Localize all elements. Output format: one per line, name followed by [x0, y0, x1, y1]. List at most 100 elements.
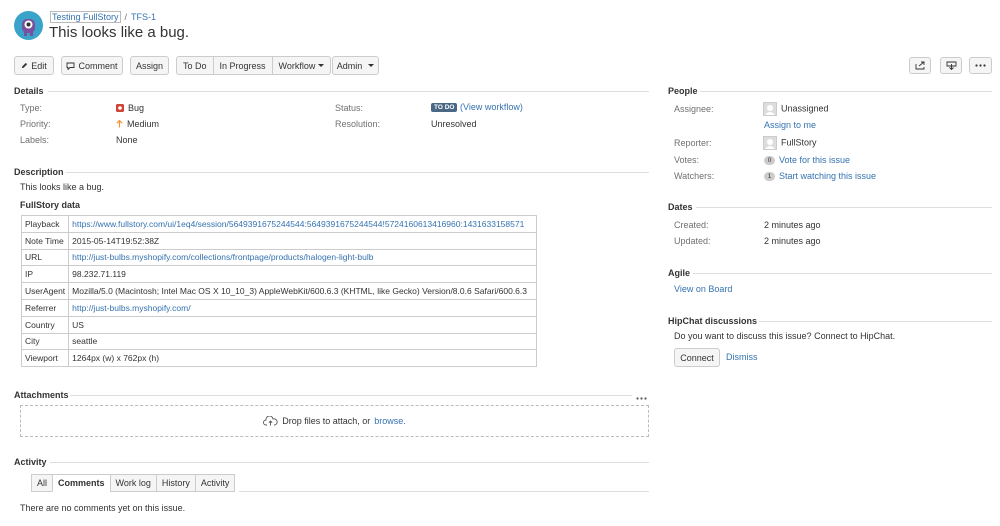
- updated-value: 2 minutes ago: [764, 236, 821, 246]
- tab-work-log[interactable]: Work log: [109, 474, 156, 492]
- hipchat-dismiss-link[interactable]: Dismiss: [726, 352, 758, 362]
- reporter-name: FullStory: [781, 137, 817, 148]
- table-value-cell: 98.232.71.119: [68, 265, 537, 284]
- table-row: UserAgent Mozilla/5.0 (Macintosh; Intel M…: [20, 282, 537, 300]
- table-value-cell: Mozilla/5.0 (Macintosh; Intel Mac OS X 1…: [68, 282, 537, 300]
- table-value-link[interactable]: http://just-bulbs.myshopify.com/: [72, 303, 190, 313]
- issue-summary[interactable]: This looks like a bug.: [49, 24, 189, 41]
- tab-activity[interactable]: Activity: [194, 474, 236, 492]
- table-row: Playback https://www.fullstory.com/ui/1eq…: [20, 215, 537, 233]
- table-key-cell: UserAgent: [20, 282, 70, 300]
- edit-label: Edit: [31, 60, 47, 71]
- dates-divider: [696, 207, 992, 208]
- dropzone-text: Drop files to attach, or: [282, 416, 371, 426]
- breadcrumb-project-link[interactable]: Testing FullStory: [50, 11, 121, 23]
- attachments-more-button[interactable]: [636, 392, 647, 402]
- table-row: IP 98.232.71.119: [20, 265, 537, 284]
- bug-icon: [116, 104, 124, 112]
- watchers-label: Watchers:: [674, 171, 715, 181]
- workflow-button-group: To Do In Progress Workflow: [176, 56, 332, 75]
- table-value-link[interactable]: https://www.fullstory.com/ui/1eq4/sessio…: [72, 219, 524, 229]
- activity-tabs: All Comments Work log History Activity: [31, 474, 236, 492]
- table-value-cell[interactable]: http://just-bulbs.myshopify.com/collecti…: [68, 248, 537, 267]
- tab-all[interactable]: All: [31, 474, 53, 492]
- table-key-cell: Note Time: [20, 231, 70, 250]
- table-value-link[interactable]: http://just-bulbs.myshopify.com/collecti…: [72, 252, 373, 262]
- table-key-cell: Country: [20, 315, 70, 334]
- table-key-cell: Playback: [20, 215, 70, 233]
- table-row: URL http://just-bulbs.myshopify.com/colle…: [20, 248, 537, 267]
- attachments-heading: Attachments: [14, 390, 69, 400]
- no-comments-text: There are no comments yet on this issue.: [20, 503, 186, 513]
- workflow-label: Workflow: [278, 60, 316, 71]
- assign-to-me-link[interactable]: Assign to me: [764, 120, 816, 130]
- watchers-count-badge: 1: [764, 171, 775, 181]
- view-workflow-link[interactable]: (View workflow): [460, 102, 523, 112]
- comment-button[interactable]: Comment: [61, 56, 123, 75]
- people-heading: People: [668, 86, 698, 96]
- agile-heading: Agile: [668, 268, 691, 278]
- tab-comments[interactable]: Comments: [52, 474, 110, 492]
- more-actions-button[interactable]: [969, 57, 992, 74]
- agile-divider: [693, 273, 992, 274]
- hipchat-connect-button[interactable]: Connect: [674, 348, 720, 367]
- breadcrumb-issue-link[interactable]: TFS-1: [131, 12, 156, 22]
- status-value: TO DO (View workflow): [431, 102, 523, 113]
- edit-button[interactable]: Edit: [14, 56, 54, 75]
- more-icon: [975, 64, 986, 67]
- table-key-cell: Referrer: [20, 298, 70, 317]
- export-button[interactable]: [940, 57, 962, 74]
- pencil-icon: [22, 62, 28, 69]
- assignee-value[interactable]: Unassigned: [763, 102, 829, 116]
- tabs-baseline: [239, 491, 649, 492]
- fullstory-data-table: Playback https://www.fullstory.com/ui/1eq…: [20, 215, 537, 368]
- comment-label: Comment: [78, 60, 118, 71]
- votes-value: 0 Vote for this issue: [764, 155, 850, 165]
- watch-link[interactable]: Start watching this issue: [779, 171, 876, 181]
- table-value-cell: 2015-05-14T19:52:38Z: [68, 231, 537, 250]
- resolution-value: Unresolved: [431, 119, 477, 129]
- table-key-cell: IP: [20, 265, 70, 284]
- user-avatar-icon: [763, 136, 777, 150]
- table-row: Note Time 2015-05-14T19:52:38Z: [20, 231, 537, 250]
- todo-transition-button[interactable]: To Do: [177, 57, 214, 74]
- table-value-cell: 1264px (w) x 762px (h): [68, 349, 537, 368]
- in-progress-transition-button[interactable]: In Progress: [214, 57, 273, 74]
- share-button[interactable]: [909, 57, 931, 74]
- updated-label: Updated:: [674, 236, 711, 246]
- assign-button[interactable]: Assign: [130, 56, 169, 75]
- browse-link[interactable]: browse.: [374, 416, 406, 426]
- table-row: Country US: [20, 315, 537, 334]
- reporter-value[interactable]: FullStory: [763, 136, 817, 150]
- table-value-cell: US: [68, 315, 537, 334]
- breadcrumb-separator: /: [124, 12, 128, 22]
- attachment-dropzone[interactable]: Drop files to attach, or browse.: [20, 405, 649, 437]
- resolution-label: Resolution:: [335, 119, 381, 129]
- status-label: Status:: [335, 103, 364, 113]
- priority-value: Medium: [116, 119, 159, 129]
- breadcrumb: Testing FullStory / TFS-1: [50, 11, 156, 23]
- watchers-value: 1 Start watching this issue: [764, 171, 876, 181]
- details-heading: Details: [14, 86, 44, 96]
- assignee-label: Assignee:: [674, 104, 714, 114]
- workflow-dropdown[interactable]: Workflow: [273, 57, 331, 74]
- dates-heading: Dates: [668, 202, 693, 212]
- admin-dropdown[interactable]: Admin: [332, 56, 379, 75]
- table-value-cell[interactable]: http://just-bulbs.myshopify.com/: [68, 298, 537, 317]
- table-key-cell: City: [20, 332, 70, 351]
- type-text: Bug: [128, 103, 145, 113]
- people-divider: [700, 91, 992, 92]
- vote-link[interactable]: Vote for this issue: [779, 155, 850, 165]
- table-key-cell: URL: [20, 248, 70, 267]
- labels-label: Labels:: [20, 135, 50, 145]
- tab-history[interactable]: History: [155, 474, 195, 492]
- share-icon: [915, 61, 924, 70]
- view-on-board-link[interactable]: View on Board: [674, 284, 732, 294]
- type-label: Type:: [20, 103, 43, 113]
- description-divider: [66, 172, 649, 173]
- description-text[interactable]: This looks like a bug.: [20, 182, 104, 192]
- project-avatar[interactable]: [14, 11, 43, 40]
- priority-label: Priority:: [20, 119, 51, 129]
- table-value-cell[interactable]: https://www.fullstory.com/ui/1eq4/sessio…: [68, 215, 537, 233]
- admin-label: Admin: [336, 60, 363, 71]
